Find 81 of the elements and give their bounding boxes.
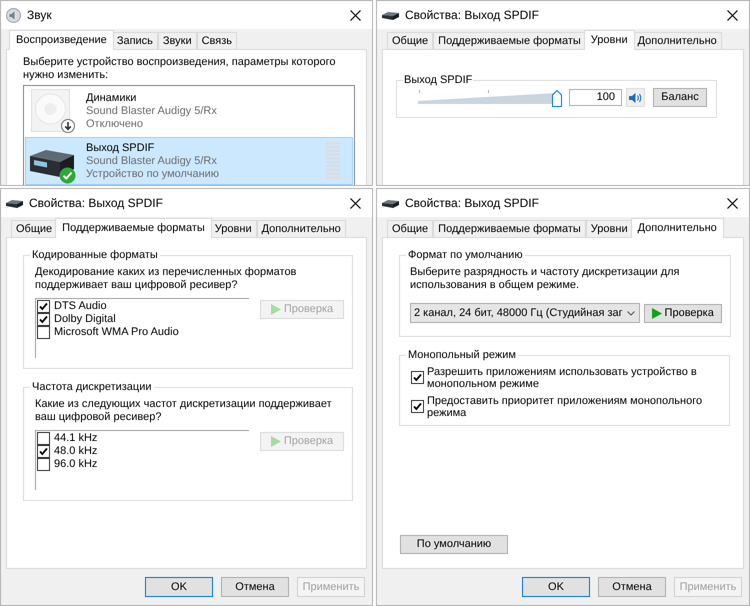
format-dropdown[interactable]: 2 канал, 24 бит, 48000 Гц (Студийная заг — [410, 303, 640, 323]
receiver-icon — [382, 198, 399, 208]
checkbox[interactable] — [411, 400, 424, 413]
tab[interactable]: Общие — [387, 32, 434, 49]
tab[interactable]: Общие — [11, 220, 58, 237]
checkbox[interactable] — [411, 371, 424, 384]
dialog-button[interactable]: OK — [145, 577, 213, 597]
group-title: Монопольный режим — [407, 349, 517, 362]
group-title: Выход SPDIF — [403, 74, 474, 87]
close-button[interactable] — [347, 7, 363, 23]
receiver-icon — [382, 10, 399, 20]
mute-button[interactable] — [626, 88, 645, 107]
prompt-text: Выберите разрядность и частоту дискретизации для использования в общем режиме. — [410, 266, 681, 292]
checkbox[interactable] — [37, 313, 50, 326]
device-driver: Sound Blaster Audigy 5/Rx — [86, 104, 217, 118]
tab[interactable]: Поддерживаемые форматы — [433, 32, 586, 49]
checkbox[interactable] — [37, 432, 50, 445]
tab[interactable]: Запись — [112, 32, 158, 49]
checkbox-label: DTS Audio — [54, 300, 107, 313]
tab[interactable]: Уровни — [210, 220, 257, 237]
prompt-text: Декодирование каких из перечисленных форматов поддерживает ваш цифровой ресивер? — [35, 266, 298, 292]
checkbox-label: Dolby Digital — [54, 313, 116, 326]
dialog-button[interactable]: OK — [522, 577, 590, 597]
device-status: Устройство по умолчанию — [86, 168, 220, 180]
slider-thumb[interactable] — [552, 90, 562, 106]
device-item[interactable]: Выход SPDIF Sound Blaster Audigy 5/Rx Устройство по умолчанию — [25, 137, 353, 185]
tab[interactable]: Поддерживаемые форматы — [433, 220, 586, 237]
tab[interactable]: Поддерживаемые форматы — [55, 218, 212, 238]
group-title: Частота дискретизации — [31, 381, 153, 394]
tab[interactable]: Дополнительно — [630, 218, 724, 238]
device-name: Выход SPDIF — [86, 142, 156, 154]
volume-field[interactable]: 100 — [569, 89, 622, 106]
instruction-text: Выберите устройство воспроизведения, параметры которого нужно изменить: — [23, 56, 336, 82]
tab[interactable]: Воспроизведение — [9, 30, 114, 50]
dialog-button[interactable]: Отмена — [598, 577, 666, 597]
volume-slider[interactable] — [418, 88, 562, 106]
play-icon — [270, 436, 281, 447]
play-icon — [270, 304, 281, 315]
restore-defaults-button[interactable]: По умолчанию — [400, 535, 508, 554]
prompt-text: Какие из следующих частот дискретизации поддерживает ваш цифровой ресивер? — [35, 398, 333, 424]
level-meter-icon — [326, 142, 340, 180]
receiver-icon — [6, 198, 23, 208]
checkbox[interactable] — [37, 300, 50, 313]
checkbox-label: 48.0 kHz — [54, 445, 98, 458]
tab[interactable]: Звуки — [158, 32, 197, 49]
tab[interactable]: Дополнительно — [256, 220, 346, 237]
close-button[interactable] — [724, 7, 740, 23]
play-icon — [652, 308, 662, 318]
window-title: Свойства: Выход SPDIF — [405, 195, 539, 212]
close-icon — [350, 198, 360, 208]
close-button[interactable] — [724, 195, 740, 211]
checkbox-label: 96.0 kHz — [54, 458, 98, 471]
checkbox-label: 44.1 kHz — [54, 432, 98, 445]
speaker-icon — [6, 8, 21, 22]
close-icon — [726, 198, 738, 208]
close-icon — [350, 10, 360, 20]
chevron-down-icon — [626, 310, 635, 316]
close-icon — [726, 10, 738, 20]
tab[interactable]: Уровни — [586, 220, 633, 237]
device-status: Отключено — [86, 118, 144, 130]
balance-button[interactable]: Баланс — [653, 88, 707, 107]
checkbox[interactable] — [37, 445, 50, 458]
checkbox[interactable] — [37, 458, 50, 471]
tab[interactable]: Дополнительно — [632, 32, 722, 49]
tab[interactable]: Общие — [387, 220, 434, 237]
close-button[interactable] — [347, 195, 363, 211]
device-name: Динамики — [86, 92, 138, 104]
checkbox-label: Microsoft WMA Pro Audio — [54, 326, 179, 339]
test-button[interactable]: Проверка — [644, 304, 722, 322]
device-driver: Sound Blaster Audigy 5/Rx — [86, 154, 218, 168]
group-title: Кодированные форматы — [31, 249, 159, 262]
window-title: Звук — [27, 7, 52, 24]
checkbox[interactable] — [37, 326, 50, 339]
window-title: Свойства: Выход SPDIF — [405, 7, 539, 24]
group-title: Формат по умолчанию — [407, 249, 524, 262]
checkbox-label: Разрешить приложениям использовать устройство в монопольном режиме — [427, 366, 698, 390]
tab[interactable]: Связь — [196, 32, 238, 49]
checkbox-label: Предоставить приоритет приложениям монопольного режима — [427, 395, 704, 419]
dialog-button[interactable]: Отмена — [221, 577, 289, 597]
tab[interactable]: Уровни — [584, 30, 635, 50]
window-title: Свойства: Выход SPDIF — [29, 195, 163, 212]
